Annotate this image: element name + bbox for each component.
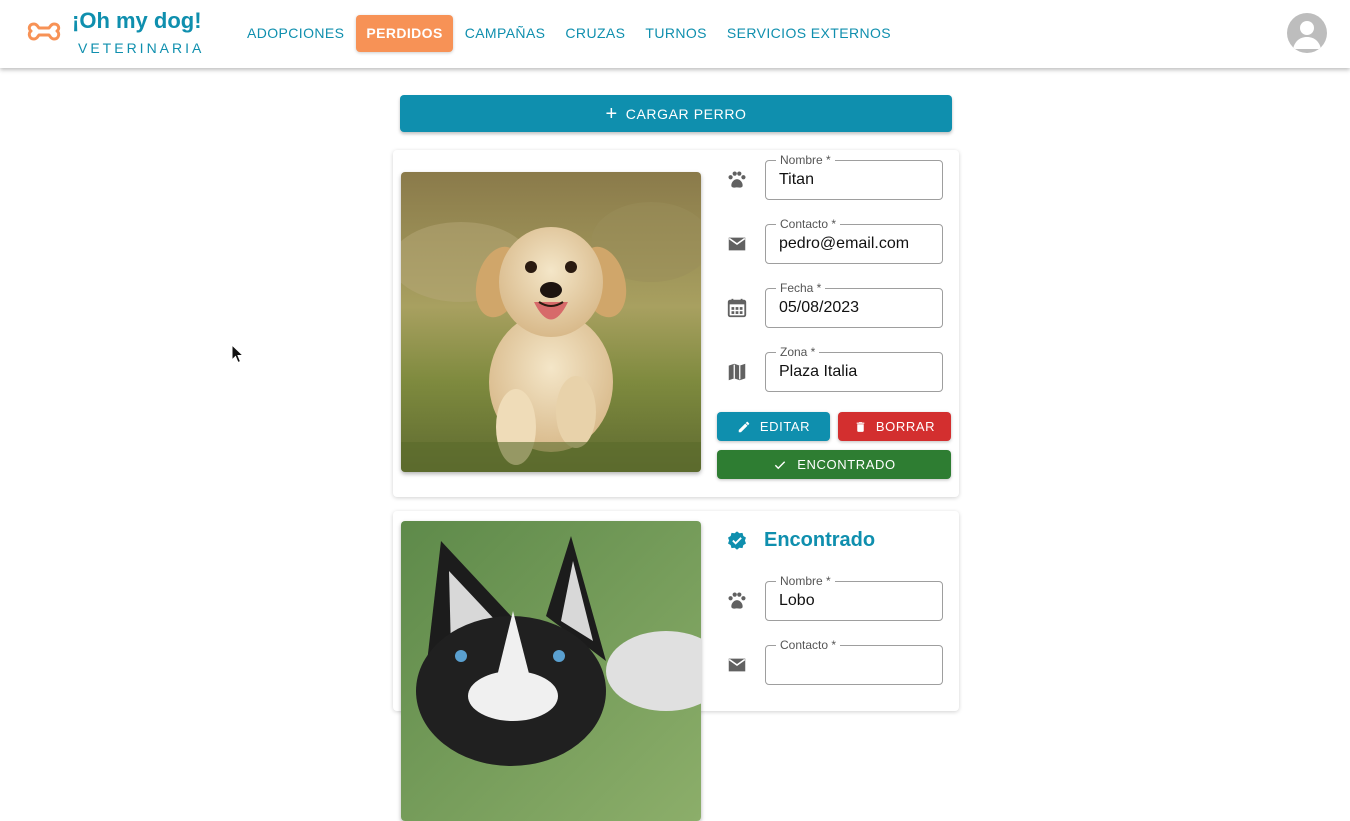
zone-field-value: Plaza Italia (779, 363, 858, 380)
lost-dog-card: Nombre * Titan Contacto * pedro@email.co… (393, 150, 959, 497)
name-field-label: Nombre * (776, 574, 835, 588)
mouse-cursor-icon (231, 344, 245, 364)
mark-found-label: ENCONTRADO (797, 457, 896, 472)
edit-button[interactable]: EDITAR (717, 412, 830, 441)
edit-button-label: EDITAR (759, 419, 811, 434)
verified-icon (728, 531, 746, 550)
nav-item-turnos[interactable]: TURNOS (635, 15, 717, 52)
date-field-label: Fecha * (776, 281, 826, 295)
name-field-value: Titan (779, 171, 814, 188)
contact-field-label: Contacto * (776, 638, 841, 652)
contact-field[interactable]: Contacto * pedro@email.com (765, 217, 943, 264)
nav-item-cruzas[interactable]: CRUZAS (555, 15, 635, 52)
zone-field-label: Zona * (776, 345, 820, 359)
brand-subtitle: VETERINARIA (78, 40, 205, 56)
contact-field[interactable]: Contacto * (765, 638, 943, 685)
dog-photo (401, 172, 701, 472)
contact-field-value: pedro@email.com (779, 235, 910, 252)
zone-field[interactable]: Zona * Plaza Italia (765, 345, 943, 392)
name-field[interactable]: Nombre * Lobo (765, 574, 943, 621)
mail-icon (728, 237, 746, 251)
found-status-title: Encontrado (764, 529, 876, 551)
mail-icon (728, 658, 746, 672)
contact-field-label: Contacto * (776, 217, 841, 231)
add-dog-label: CARGAR PERRO (625, 105, 747, 122)
calendar-icon (727, 298, 747, 318)
date-field-value: 05/08/2023 (779, 299, 860, 316)
mark-found-button[interactable]: ENCONTRADO (717, 450, 951, 479)
pencil-icon (738, 421, 750, 432)
app-header: ¡Oh my dog! VETERINARIA ADOPCIONES PERDI… (0, 0, 1350, 68)
paw-icon (728, 592, 746, 609)
nav-item-adopciones[interactable]: ADOPCIONES (237, 15, 354, 52)
nav-item-servicios-externos[interactable]: SERVICIOS EXTERNOS (717, 15, 901, 52)
name-field[interactable]: Nombre * Titan (765, 153, 943, 200)
found-dog-card: Encontrado Nombre * Lobo Contacto * (393, 511, 959, 821)
delete-button-label: BORRAR (875, 419, 936, 434)
plus-icon: + (605, 102, 618, 125)
delete-button[interactable]: BORRAR (838, 412, 951, 441)
user-avatar-button[interactable] (1287, 13, 1327, 53)
map-icon (728, 363, 746, 381)
nav-item-perdidos[interactable]: PERDIDOS (356, 15, 453, 52)
trash-icon (856, 421, 865, 432)
bone-logo-icon (27, 22, 61, 41)
date-field[interactable]: Fecha * 05/08/2023 (765, 281, 943, 328)
paw-icon (728, 171, 746, 188)
name-field-value: Lobo (779, 592, 815, 609)
check-icon (775, 460, 786, 469)
brand-title[interactable]: ¡Oh my dog! (72, 8, 202, 34)
add-dog-button[interactable]: + CARGAR PERRO (400, 95, 952, 132)
nav-item-campanas[interactable]: CAMPAÑAS (455, 15, 556, 52)
main-nav: ADOPCIONES PERDIDOS CAMPAÑAS CRUZAS TURN… (237, 15, 901, 52)
name-field-label: Nombre * (776, 153, 835, 167)
dog-photo (401, 521, 701, 821)
person-icon (1293, 21, 1321, 49)
